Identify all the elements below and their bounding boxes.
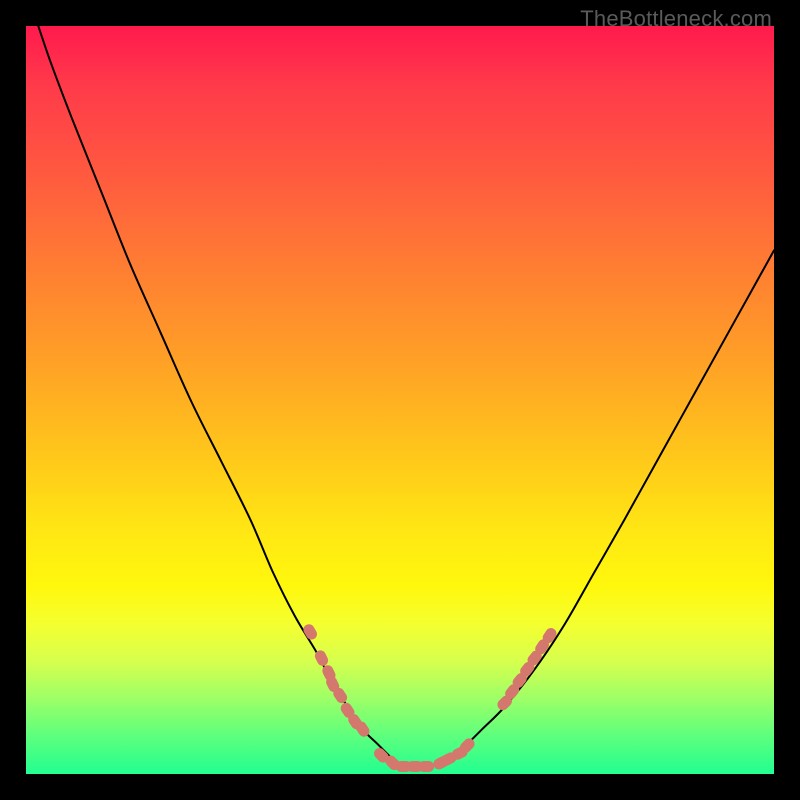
bottleneck-marker xyxy=(418,761,434,772)
watermark-text: TheBottleneck.com xyxy=(580,6,772,32)
bottleneck-curve xyxy=(26,0,774,767)
marker-group xyxy=(301,622,558,772)
curve-group xyxy=(26,0,774,767)
chart-svg xyxy=(26,26,774,774)
chart-frame: TheBottleneck.com xyxy=(0,0,800,800)
bottleneck-marker xyxy=(301,622,319,641)
plot-area xyxy=(26,26,774,774)
